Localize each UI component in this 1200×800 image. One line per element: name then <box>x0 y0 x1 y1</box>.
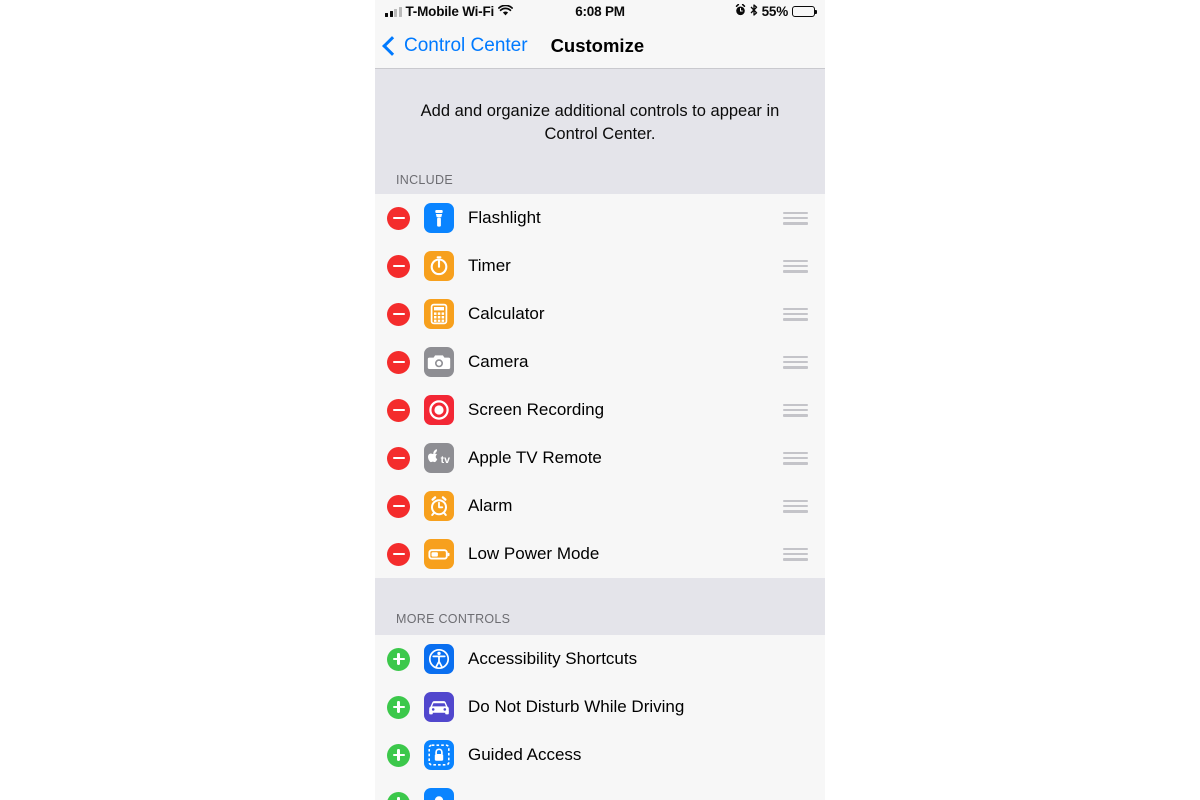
list-item[interactable]: Do Not Disturb While Driving <box>375 683 825 731</box>
bluetooth-icon <box>750 4 758 19</box>
battery-icon <box>792 6 818 17</box>
reorder-handle-icon[interactable] <box>783 211 808 225</box>
wifi-icon <box>498 4 514 19</box>
list-item[interactable]: Accessibility Shortcuts <box>375 635 825 683</box>
calculator-icon <box>424 299 454 329</box>
list-item[interactable]: Calculator <box>375 290 825 338</box>
list-item-label: Do Not Disturb While Driving <box>468 697 685 716</box>
list-item[interactable]: Low Power Mode <box>375 530 825 578</box>
remove-control-button[interactable] <box>387 446 410 470</box>
status-bar: T-Mobile Wi-Fi 6:08 PM 55% <box>375 0 825 23</box>
partial-icon <box>424 788 454 800</box>
list-item-label: Accessibility Shortcuts <box>468 649 638 668</box>
description-block: Add and organize additional controls to … <box>375 69 825 146</box>
list-item-label: Calculator <box>468 304 545 323</box>
flashlight-icon <box>424 203 454 233</box>
alarm-icon <box>424 491 454 521</box>
chevron-left-icon <box>382 36 402 56</box>
back-button[interactable]: Control Center <box>382 34 528 57</box>
control-list-include: Flashlight Timer Calculator Camera Screen Re… <box>375 194 825 578</box>
list-item-label: Flashlight <box>468 208 541 227</box>
reorder-handle-icon[interactable] <box>783 259 808 273</box>
back-button-label: Control Center <box>404 34 528 56</box>
carrier-label: T-Mobile Wi-Fi <box>405 4 495 19</box>
list-item-label: Camera <box>468 352 529 371</box>
apple-tv-icon: tv <box>424 443 454 473</box>
status-bar-left: T-Mobile Wi-Fi <box>385 4 575 19</box>
list-item[interactable]: Alarm <box>375 482 825 530</box>
add-control-button[interactable] <box>387 743 410 767</box>
list-item[interactable]: Camera <box>375 338 825 386</box>
list-item[interactable]: Flashlight <box>375 194 825 242</box>
reorder-handle-icon[interactable] <box>783 355 808 369</box>
list-item-label: Low Power Mode <box>468 544 600 563</box>
page-title: Customize <box>550 34 645 56</box>
section-header-more-controls: MORE CONTROLS <box>375 578 825 635</box>
control-list-more-controls: Accessibility Shortcuts Do Not Disturb Wh… <box>375 635 825 800</box>
navigation-bar: Control Center Customize <box>375 23 825 69</box>
record-icon <box>424 395 454 425</box>
remove-control-button[interactable] <box>387 542 410 566</box>
add-control-button[interactable] <box>387 695 410 719</box>
reorder-handle-icon[interactable] <box>783 547 808 561</box>
list-item[interactable]: Screen Recording <box>375 386 825 434</box>
section-header-include: INCLUDE <box>375 146 825 194</box>
signal-bars-icon <box>385 6 402 17</box>
remove-control-button[interactable] <box>387 206 410 230</box>
remove-control-button[interactable] <box>387 254 410 278</box>
camera-icon <box>424 347 454 377</box>
description-text: Add and organize additional controls to … <box>420 102 780 143</box>
status-bar-right: 55% <box>625 3 818 19</box>
list-item[interactable]: Guided Access <box>375 731 825 779</box>
low-power-icon <box>424 539 454 569</box>
list-item-label: Alarm <box>468 496 513 515</box>
timer-icon <box>424 251 454 281</box>
reorder-handle-icon[interactable] <box>783 403 808 417</box>
list-item-label: Timer <box>468 256 511 275</box>
list-item[interactable]: Timer <box>375 242 825 290</box>
accessibility-icon <box>424 644 454 674</box>
list-item-label: Apple TV Remote <box>468 448 602 467</box>
phone-screen: T-Mobile Wi-Fi 6:08 PM 55% Control Cente… <box>375 0 825 800</box>
reorder-handle-icon[interactable] <box>783 499 808 513</box>
remove-control-button[interactable] <box>387 350 410 374</box>
add-control-button[interactable] <box>387 647 410 671</box>
clock-label: 6:08 PM <box>575 4 625 19</box>
reorder-handle-icon[interactable] <box>783 451 808 465</box>
remove-control-button[interactable] <box>387 494 410 518</box>
car-icon <box>424 692 454 722</box>
list-item[interactable]: tv Apple TV Remote <box>375 434 825 482</box>
settings-content: Add and organize additional controls to … <box>375 69 825 800</box>
list-item-label: Screen Recording <box>468 400 605 419</box>
alarm-clock-icon <box>735 3 746 19</box>
battery-percent-label: 55% <box>761 4 789 19</box>
list-item[interactable] <box>375 779 825 800</box>
guided-access-icon <box>424 740 454 770</box>
reorder-handle-icon[interactable] <box>783 307 808 321</box>
svg-text:tv: tv <box>441 454 450 466</box>
list-item-label: Guided Access <box>468 745 582 764</box>
status-bar-center: 6:08 PM <box>575 4 625 19</box>
remove-control-button[interactable] <box>387 398 410 422</box>
add-control-button[interactable] <box>387 791 410 800</box>
remove-control-button[interactable] <box>387 302 410 326</box>
